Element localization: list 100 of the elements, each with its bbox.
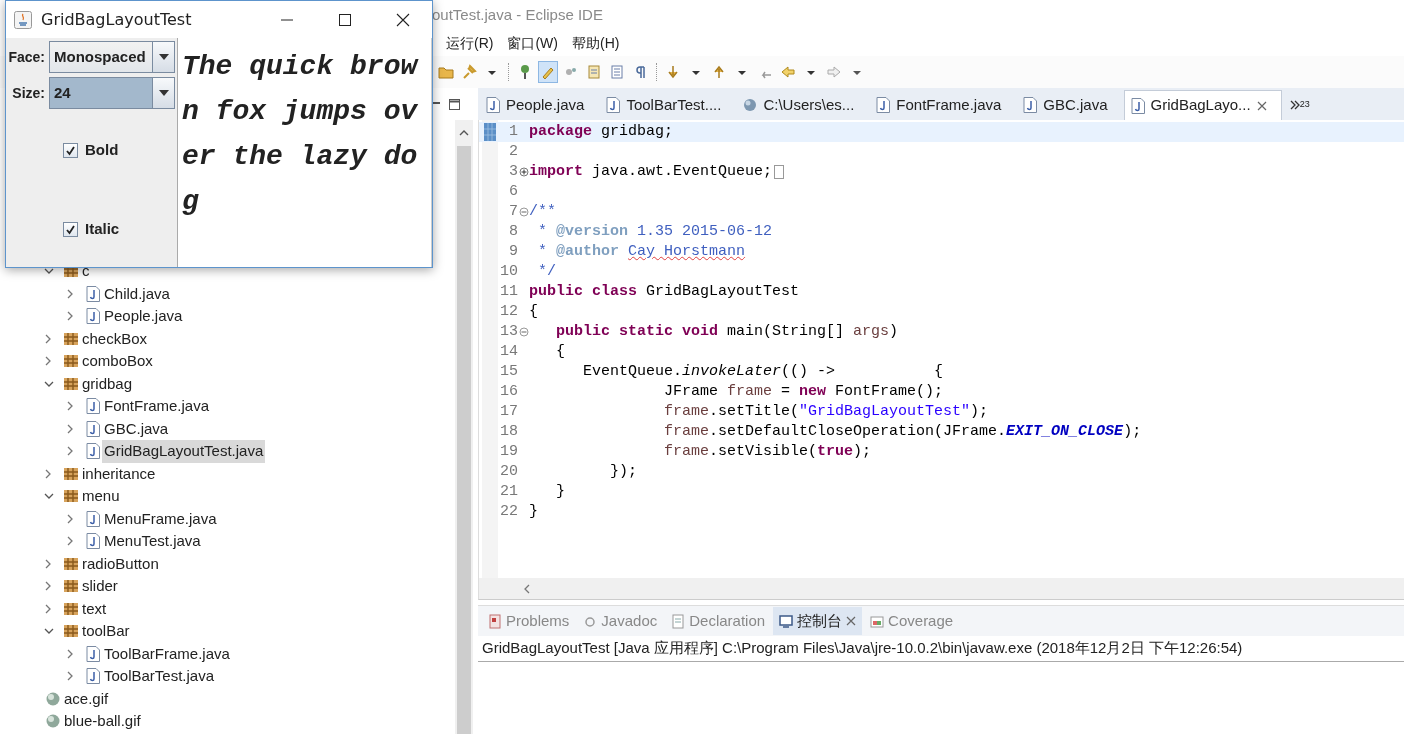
collapse-icon[interactable]: [518, 327, 529, 337]
java-file-icon: [486, 97, 500, 113]
editor-tab[interactable]: GBC.java: [1017, 90, 1122, 120]
editor-tab[interactable]: ToolBarTest....: [600, 90, 736, 120]
combo-box[interactable]: Monospaced: [49, 41, 175, 73]
arrow-down-icon[interactable]: [665, 64, 681, 80]
tree-item[interactable]: inheritance: [80, 462, 158, 485]
package-icon: [63, 375, 79, 392]
chevron-right-icon[interactable]: [66, 671, 74, 682]
chevron-right-icon[interactable]: [44, 558, 52, 569]
chevron-right-icon[interactable]: [66, 423, 74, 434]
checkbox[interactable]: [63, 221, 78, 237]
code-line: frame.setVisible(true);: [663, 441, 872, 462]
code-line: frame.setTitle("GridBagLayoutTest");: [663, 401, 989, 422]
package-icon: [63, 623, 79, 640]
close-icon[interactable]: [396, 12, 410, 27]
editor-tab[interactable]: GridBagLayo...: [1123, 90, 1282, 120]
chevron-right-icon[interactable]: [44, 356, 52, 367]
tree-item[interactable]: gridbag: [80, 372, 135, 395]
folder-icon[interactable]: [438, 64, 454, 80]
folded-code-icon[interactable]: [774, 165, 785, 179]
editor-tab[interactable]: FontFrame.java: [870, 90, 1016, 120]
chevron-down-icon[interactable]: [44, 379, 54, 388]
java-file-icon: [86, 510, 100, 527]
chevron-right-icon[interactable]: [44, 333, 52, 344]
editor-tab[interactable]: People.java: [480, 90, 599, 120]
chevron-right-icon[interactable]: [66, 446, 74, 457]
tree-item[interactable]: MenuFrame.java: [102, 507, 219, 530]
editor-tab[interactable]: C:\Users\es...: [737, 90, 869, 120]
line-number: 6: [508, 181, 518, 202]
combo-box[interactable]: 24: [49, 77, 175, 109]
tree-item[interactable]: ace.gif: [62, 687, 111, 710]
tree-item[interactable]: Child.java: [102, 282, 172, 305]
tree-item[interactable]: toolBar: [80, 620, 132, 643]
scroll-up-icon[interactable]: [459, 129, 469, 137]
tree-item[interactable]: text: [80, 597, 109, 620]
arrow-up-icon[interactable]: [711, 64, 727, 80]
panel-tab[interactable]: 控制台: [773, 607, 863, 635]
maximize-icon[interactable]: [449, 98, 460, 110]
collapse-icon[interactable]: [518, 207, 529, 217]
chevron-right-icon[interactable]: [66, 513, 74, 524]
double-chevron-icon: [1289, 100, 1300, 110]
tree-item[interactable]: slider: [80, 575, 120, 598]
tree-item[interactable]: radioButton: [80, 552, 161, 575]
tree-item[interactable]: checkBox: [80, 327, 150, 350]
checkbox-label: Italic: [85, 218, 120, 239]
dropdown-arrow-icon[interactable]: [157, 89, 170, 97]
tree-item[interactable]: blue-ball.gif: [62, 710, 143, 733]
tree-item[interactable]: GridBagLayoutTest.java: [102, 440, 266, 463]
chevron-right-icon[interactable]: [66, 288, 74, 299]
tab-overflow-button[interactable]: 23: [1283, 90, 1316, 120]
chevron-right-icon[interactable]: [66, 401, 74, 412]
checkbox[interactable]: [63, 142, 78, 158]
menu-title[interactable]: 帮助(H): [572, 32, 620, 54]
chevron-right-icon[interactable]: [44, 581, 52, 592]
tree-item[interactable]: MenuTest.java: [102, 530, 203, 553]
code-line: {: [529, 301, 538, 322]
menu-title[interactable]: 运行(R): [446, 32, 494, 54]
chevron-down-icon[interactable]: [44, 627, 54, 636]
chevron-down-icon[interactable]: [44, 492, 54, 501]
line-number: 8: [508, 221, 518, 242]
problems-icon: [488, 613, 502, 629]
dropdown-arrow-icon[interactable]: [157, 53, 170, 61]
arrow-left-icon[interactable]: [780, 64, 796, 80]
tree-item[interactable]: FontFrame.java: [102, 395, 212, 418]
expand-icon[interactable]: [518, 167, 529, 177]
code-line: public class GridBagLayoutTest: [529, 281, 800, 302]
tree-item[interactable]: ToolBarFrame.java: [102, 642, 232, 665]
chevron-right-icon[interactable]: [44, 603, 52, 614]
code-line: import java.awt.EventQueue;: [529, 161, 773, 182]
line-number: 2: [508, 141, 518, 162]
occurrence-marker-icon: [484, 123, 496, 141]
chevron-right-icon[interactable]: [44, 468, 52, 479]
code-line: });: [609, 461, 638, 482]
code-line: package gridbag;: [529, 121, 674, 142]
chevron-right-icon[interactable]: [66, 648, 74, 659]
code-line: }: [555, 481, 565, 502]
line-number: 7: [508, 201, 518, 222]
tree-item[interactable]: People.java: [102, 305, 185, 328]
line-number: 18: [499, 421, 518, 442]
package-icon: [63, 578, 79, 595]
window-title: GridBagLayoutTest: [41, 8, 192, 31]
tree-item[interactable]: GBC.java: [102, 417, 171, 440]
code-line: */: [537, 261, 556, 282]
chevron-right-icon[interactable]: [66, 311, 74, 322]
tree-item[interactable]: comboBox: [80, 350, 155, 373]
menu-title[interactable]: 窗口(W): [507, 32, 558, 54]
scroll-left-icon[interactable]: [523, 583, 531, 594]
maximize-icon[interactable]: [338, 12, 352, 27]
code-line: }: [529, 501, 538, 522]
java-file-icon: [86, 285, 100, 302]
highlight-button[interactable]: [538, 61, 558, 83]
line-number: 14: [499, 341, 518, 362]
tree-item[interactable]: ToolBarTest.java: [102, 665, 217, 688]
chevron-right-icon[interactable]: [66, 536, 74, 547]
line-number: 11: [499, 281, 518, 302]
tree-item[interactable]: menu: [80, 485, 122, 508]
code-editor[interactable]: [478, 120, 1404, 578]
scrollbar-thumb[interactable]: [457, 146, 471, 734]
java-file-icon: [86, 308, 100, 325]
